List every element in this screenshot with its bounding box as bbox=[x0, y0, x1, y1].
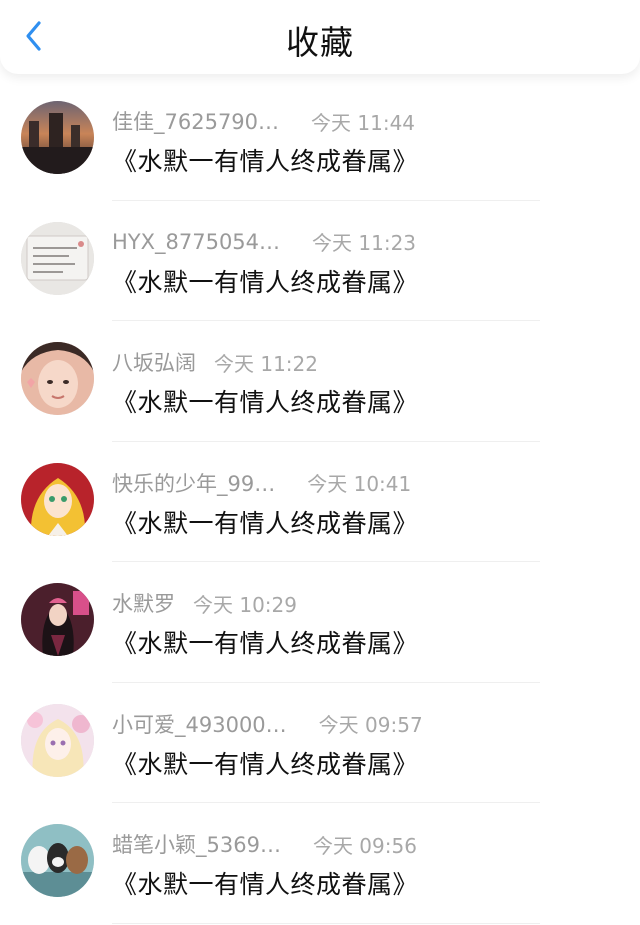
timestamp: 今天 10:29 bbox=[193, 592, 297, 617]
timestamp: 今天 11:23 bbox=[312, 231, 417, 255]
list-item[interactable]: 水默罗 今天 10:29 《水默一有情人终成眷属》 bbox=[0, 562, 640, 683]
username[interactable]: 蜡笔小颖_5369… bbox=[112, 829, 281, 859]
girl-photo-avatar-image bbox=[21, 342, 94, 415]
timestamp: 今天 11:22 bbox=[214, 351, 318, 376]
avatar[interactable] bbox=[21, 703, 94, 777]
favorites-list: 佳佳_7625790… 今天 11:44 《水默一有情人终成眷属》 HYX_87… bbox=[0, 80, 640, 924]
doll-dark-avatar-image bbox=[21, 583, 94, 656]
divider bbox=[112, 922, 540, 924]
list-item[interactable]: HYX_8775054… 今天 11:23 《水默一有情人终成眷属》 bbox=[0, 201, 640, 321]
handwritten-note-avatar-image bbox=[21, 221, 94, 295]
anime-pink-avatar-image bbox=[21, 703, 94, 777]
avatar[interactable] bbox=[21, 462, 94, 536]
username[interactable]: 小可爱_493000… bbox=[112, 709, 287, 739]
sunset-city-avatar-image bbox=[21, 101, 94, 174]
username[interactable]: 水默罗 bbox=[112, 588, 175, 618]
avatar[interactable] bbox=[21, 101, 94, 174]
bears-cartoon-avatar-image bbox=[21, 824, 94, 897]
username[interactable]: 快乐的少年_99… bbox=[112, 468, 275, 498]
anime-blonde-avatar-image bbox=[21, 462, 94, 536]
avatar[interactable] bbox=[21, 583, 94, 656]
username[interactable]: 八坂弘阔 bbox=[112, 347, 196, 377]
favorite-title[interactable]: 《水默一有情人终成眷属》 bbox=[112, 865, 418, 901]
list-item[interactable]: 蜡笔小颖_5369… 今天 09:56 《水默一有情人终成眷属》 bbox=[0, 803, 640, 924]
favorite-title[interactable]: 《水默一有情人终成眷属》 bbox=[112, 745, 418, 781]
list-item[interactable]: 小可爱_493000… 今天 09:57 《水默一有情人终成眷属》 bbox=[0, 683, 640, 803]
favorite-title[interactable]: 《水默一有情人终成眷属》 bbox=[112, 263, 418, 299]
favorite-title[interactable]: 《水默一有情人终成眷属》 bbox=[112, 624, 418, 660]
timestamp: 今天 09:57 bbox=[318, 713, 423, 737]
username[interactable]: 佳佳_7625790… bbox=[112, 106, 279, 136]
timestamp: 今天 11:44 bbox=[311, 110, 416, 135]
avatar[interactable] bbox=[21, 221, 94, 295]
page-title: 收藏 bbox=[286, 23, 354, 62]
favorite-title[interactable]: 《水默一有情人终成眷属》 bbox=[112, 383, 418, 419]
timestamp: 今天 10:41 bbox=[307, 472, 412, 496]
avatar[interactable] bbox=[21, 824, 94, 897]
username[interactable]: HYX_8775054… bbox=[112, 230, 280, 254]
favorite-title[interactable]: 《水默一有情人终成眷属》 bbox=[112, 504, 418, 540]
list-item[interactable]: 快乐的少年_99… 今天 10:41 《水默一有情人终成眷属》 bbox=[0, 442, 640, 562]
list-item[interactable]: 佳佳_7625790… 今天 11:44 《水默一有情人终成眷属》 bbox=[0, 80, 640, 201]
list-item[interactable]: 八坂弘阔 今天 11:22 《水默一有情人终成眷属》 bbox=[0, 321, 640, 442]
favorite-title[interactable]: 《水默一有情人终成眷属》 bbox=[112, 142, 418, 178]
timestamp: 今天 09:56 bbox=[312, 833, 417, 858]
header-bar: 收藏 bbox=[0, 0, 640, 74]
avatar[interactable] bbox=[21, 342, 94, 415]
